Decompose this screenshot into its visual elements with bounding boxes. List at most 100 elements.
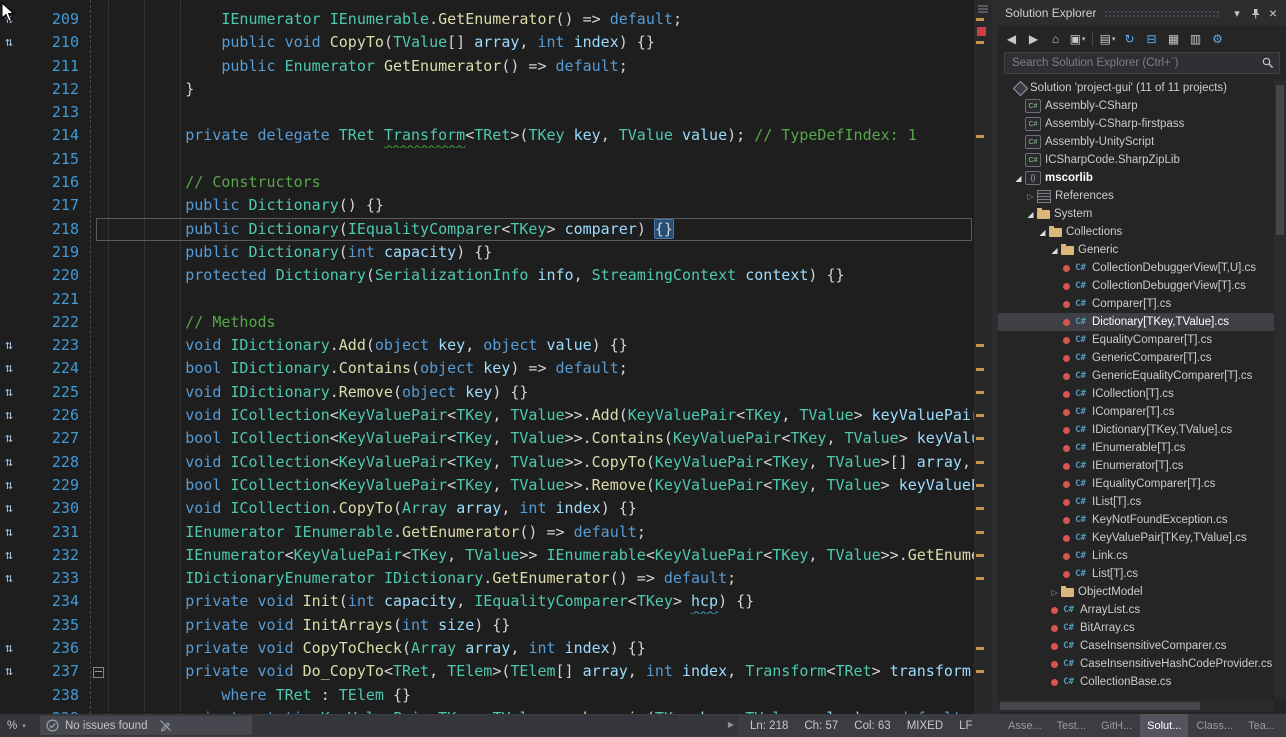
tree-item-caseinsensitivehashcodeprovider-cs[interactable]: C#CaseInsensitiveHashCodeProvider.cs — [998, 655, 1274, 673]
code-line-236[interactable]: ⇅236 private void CopyToCheck(Array arra… — [0, 637, 974, 660]
tree-item-collections[interactable]: ◢Collections — [998, 223, 1274, 241]
code-line-220[interactable]: 220 protected Dictionary(SerializationIn… — [0, 264, 974, 287]
tree-item-mscorlib[interactable]: ◢{}mscorlib — [998, 169, 1274, 187]
tree-item-link-cs[interactable]: C#Link.cs — [998, 547, 1274, 565]
expander-icon[interactable]: ◢ — [1024, 210, 1037, 219]
close-icon[interactable]: × — [1264, 4, 1282, 22]
tree-item-list-t-cs[interactable]: C#List[T].cs — [998, 565, 1274, 583]
tree-item-solution-project-gui-11-of-11-projects[interactable]: Solution 'project-gui' (11 of 11 project… — [998, 79, 1274, 97]
search-box[interactable] — [1004, 52, 1280, 74]
col-indicator[interactable]: Col: 63 — [854, 720, 890, 732]
tree-item-genericcomparer-t-cs[interactable]: C#GenericComparer[T].cs — [998, 349, 1274, 367]
tree-item-keyvaluepair-tkey-tvalue-cs[interactable]: C#KeyValuePair[TKey,TValue].cs — [998, 529, 1274, 547]
tree-item-assembly-csharp[interactable]: C#Assembly-CSharp — [998, 97, 1274, 115]
editor-horizontal-scrollbar[interactable]: No issues found ▶ — [38, 715, 738, 736]
override-arrows-icon[interactable]: ⇅ — [0, 357, 35, 380]
override-arrows-icon[interactable]: ⇅ — [0, 334, 35, 357]
tool-window-tab-class[interactable]: Class... — [1189, 714, 1240, 737]
tree-item-idictionary-tkey-tvalue-cs[interactable]: C#IDictionary[TKey,TValue].cs — [998, 421, 1274, 439]
window-position-icon[interactable]: ▾ — [1228, 4, 1246, 22]
customize-icon[interactable]: ⚙ — [1207, 29, 1228, 49]
tree-item-collectionbase-cs[interactable]: C#CollectionBase.cs — [998, 673, 1274, 691]
override-arrows-icon[interactable]: ⇅ — [0, 497, 35, 520]
tree-item-caseinsensitivecomparer-cs[interactable]: C#CaseInsensitiveComparer.cs — [998, 637, 1274, 655]
tree-item-equalitycomparer-t-cs[interactable]: C#EqualityComparer[T].cs — [998, 331, 1274, 349]
tree-item-ilist-t-cs[interactable]: C#IList[T].cs — [998, 493, 1274, 511]
tree-item-keynotfoundexception-cs[interactable]: C#KeyNotFoundException.cs — [998, 511, 1274, 529]
code-line-238[interactable]: 238 where TRet : TElem {} — [0, 684, 974, 707]
override-arrows-icon[interactable]: ⇅ — [0, 521, 35, 544]
pin-icon[interactable] — [1246, 4, 1264, 22]
expander-icon[interactable]: ◢ — [1036, 228, 1049, 237]
code-line-231[interactable]: ⇅231 IEnumerator IEnumerable.GetEnumerat… — [0, 521, 974, 544]
tree-item-comparer-t-cs[interactable]: C#Comparer[T].cs — [998, 295, 1274, 313]
tree-item-arraylist-cs[interactable]: C#ArrayList.cs — [998, 601, 1274, 619]
code-line-214[interactable]: 214 private delegate TRet Transform<TRet… — [0, 124, 974, 147]
show-all-files-icon[interactable]: ▦ — [1163, 29, 1184, 49]
tool-window-tab-asse[interactable]: Asse... — [1001, 714, 1049, 737]
code-line-229[interactable]: ⇅229 bool ICollection<KeyValuePair<TKey,… — [0, 474, 974, 497]
code-line-217[interactable]: 217 public Dictionary() {} — [0, 194, 974, 217]
code-line-211[interactable]: 211 public Enumerator GetEnumerator() =>… — [0, 55, 974, 78]
code-line-224[interactable]: ⇅224 bool IDictionary.Contains(object ke… — [0, 357, 974, 380]
sync-with-active-document-icon[interactable]: ↻ — [1119, 29, 1140, 49]
search-input[interactable] — [1010, 56, 1262, 70]
expander-icon[interactable]: ▷ — [1024, 192, 1037, 201]
code-line-212[interactable]: 212 } — [0, 78, 974, 101]
editor-vertical-scrollbar[interactable] — [974, 0, 992, 714]
code-line-230[interactable]: ⇅230 void ICollection.CopyTo(Array array… — [0, 497, 974, 520]
code-line-228[interactable]: ⇅228 void ICollection<KeyValuePair<TKey,… — [0, 451, 974, 474]
tree-item-iequalitycomparer-t-cs[interactable]: C#IEqualityComparer[T].cs — [998, 475, 1274, 493]
tree-item-assembly-csharp-firstpass[interactable]: C#Assembly-CSharp-firstpass — [998, 115, 1274, 133]
properties-icon[interactable]: ▥ — [1185, 29, 1206, 49]
scrollbar-thumb[interactable] — [1000, 702, 1200, 710]
expander-icon[interactable]: ▷ — [1048, 588, 1061, 597]
override-arrows-icon[interactable]: ⇅ — [0, 544, 35, 567]
tree-item-collectiondebuggerview-t-cs[interactable]: C#CollectionDebuggerView[T].cs — [998, 277, 1274, 295]
override-arrows-icon[interactable]: ⇅ — [0, 567, 35, 590]
scroll-right-icon[interactable]: ▶ — [728, 721, 734, 729]
line-indicator[interactable]: Ln: 218 — [750, 720, 788, 732]
override-arrows-icon[interactable]: ⇅ — [0, 381, 35, 404]
pencil-slash-icon[interactable] — [159, 719, 172, 732]
collapse-all-icon[interactable]: ⊟ — [1141, 29, 1162, 49]
override-arrows-icon[interactable]: ⇅ — [0, 427, 35, 450]
code-line-237[interactable]: ⇅237 private void Do_CopyTo<TRet, TElem>… — [0, 660, 974, 683]
code-line-239[interactable]: 239 private static KeyValuePair<TKey, TV… — [0, 707, 974, 714]
code-line-209[interactable]: ⇅209 IEnumerator IEnumerable.GetEnumerat… — [0, 8, 974, 31]
expander-icon[interactable]: ◢ — [1048, 246, 1061, 255]
search-icon[interactable] — [1262, 57, 1274, 69]
expander-icon[interactable]: ◢ — [1012, 174, 1025, 183]
code-line-215[interactable]: 215 — [0, 148, 974, 171]
override-arrows-icon[interactable]: ⇅ — [0, 474, 35, 497]
code-line-213[interactable]: 213 — [0, 101, 974, 124]
code-line-226[interactable]: ⇅226 void ICollection<KeyValuePair<TKey,… — [0, 404, 974, 427]
tree-item-icomparer-t-cs[interactable]: C#IComparer[T].cs — [998, 403, 1274, 421]
code-line-227[interactable]: ⇅227 bool ICollection<KeyValuePair<TKey,… — [0, 427, 974, 450]
override-arrows-icon[interactable]: ⇅ — [0, 451, 35, 474]
encoding-indicator[interactable]: MIXED — [907, 720, 943, 732]
tree-item-assembly-unityscript[interactable]: C#Assembly-UnityScript — [998, 133, 1274, 151]
code-line-219[interactable]: 219 public Dictionary(int capacity) {} — [0, 241, 974, 264]
tool-window-tab-gith[interactable]: GitH... — [1094, 714, 1139, 737]
navigate-forward-icon[interactable]: ▶ — [1023, 29, 1044, 49]
tree-item-bitarray-cs[interactable]: C#BitArray.cs — [998, 619, 1274, 637]
tree-item-ienumerator-t-cs[interactable]: C#IEnumerator[T].cs — [998, 457, 1274, 475]
tool-window-tab-tea[interactable]: Tea... — [1241, 714, 1282, 737]
solution-explorer-titlebar[interactable]: Solution Explorer ▾× — [998, 0, 1286, 26]
tree-item-dictionary-tkey-tvalue-cs[interactable]: C#Dictionary[TKey,TValue].cs — [998, 313, 1274, 331]
code-line-234[interactable]: 234 private void Init(int capacity, IEqu… — [0, 590, 974, 613]
code-line-216[interactable]: 216 // Constructors — [0, 171, 974, 194]
tree-item-system[interactable]: ◢System — [998, 205, 1274, 223]
tree-item-collectiondebuggerview-t-u-cs[interactable]: C#CollectionDebuggerView[T,U].cs — [998, 259, 1274, 277]
scrollbar-thumb[interactable] — [1276, 85, 1284, 235]
code-line-221[interactable]: 221 — [0, 288, 974, 311]
code-line-225[interactable]: ⇅225 void IDictionary.Remove(object key)… — [0, 381, 974, 404]
override-arrows-icon[interactable]: ⇅ — [0, 404, 35, 427]
code-line-233[interactable]: ⇅233 IDictionaryEnumerator IDictionary.G… — [0, 567, 974, 590]
document-health-indicator[interactable]: No issues found — [46, 715, 172, 736]
tree-item-icsharpcode-sharpziplib[interactable]: C#ICSharpCode.SharpZipLib — [998, 151, 1274, 169]
tree-item-ienumerable-t-cs[interactable]: C#IEnumerable[T].cs — [998, 439, 1274, 457]
code-line-235[interactable]: 235 private void InitArrays(int size) {} — [0, 614, 974, 637]
tool-window-tab-test[interactable]: Test... — [1050, 714, 1093, 737]
